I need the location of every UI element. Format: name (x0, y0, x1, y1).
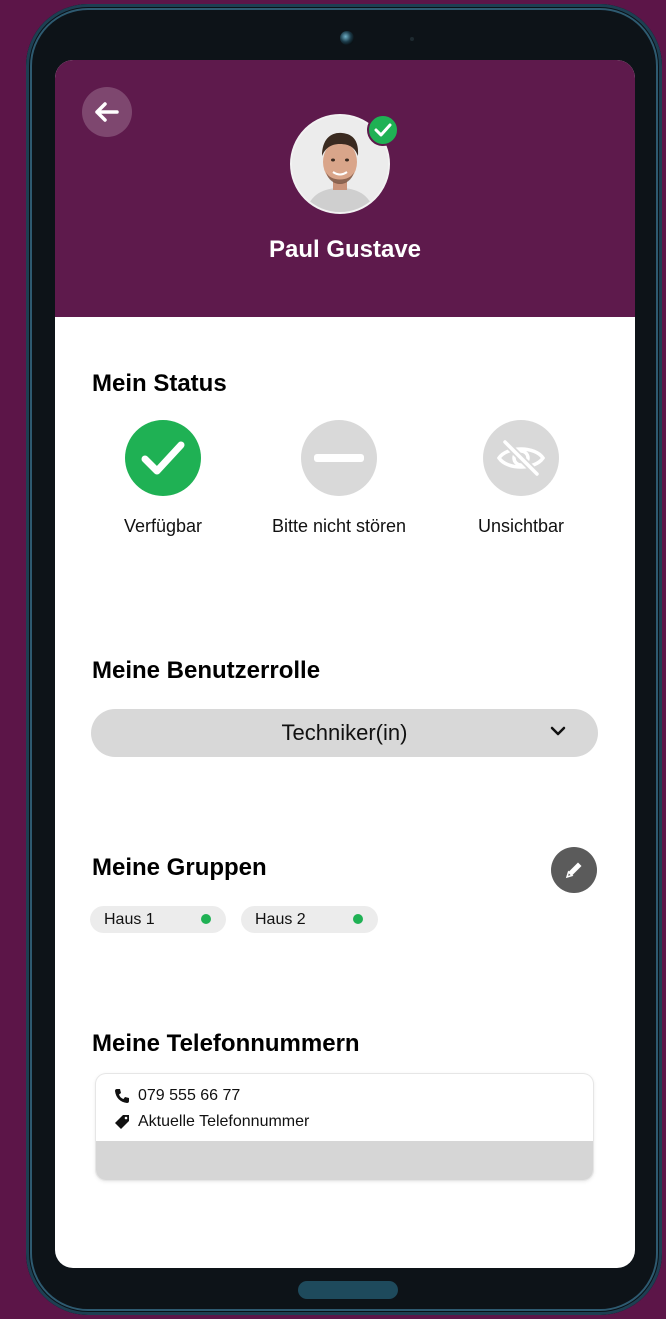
group-chip-haus-2[interactable]: Haus 2 (241, 906, 378, 933)
role-section-title: Meine Benutzerrolle (92, 657, 321, 684)
status-available-button[interactable] (125, 420, 201, 496)
status-section-title: Mein Status (92, 370, 227, 397)
avatar-container (290, 114, 399, 214)
back-button[interactable] (82, 87, 132, 137)
phone-number-row: 079 555 66 77 (114, 1087, 240, 1105)
phone-number: 079 555 66 77 (138, 1087, 241, 1104)
home-indicator[interactable] (298, 1281, 398, 1299)
tag-icon (115, 1115, 129, 1129)
user-name: Paul Gustave (268, 236, 422, 263)
check-icon (141, 441, 185, 475)
status-option-dnd[interactable]: Bitte nicht stören (249, 420, 429, 537)
group-chip-haus-1[interactable]: Haus 1 (90, 906, 226, 933)
online-status-dot (201, 914, 211, 924)
status-dnd-label: Bitte nicht stören (271, 516, 407, 536)
status-option-available[interactable]: Verfügbar (73, 420, 253, 537)
check-circle-icon (367, 114, 399, 146)
arrow-left-icon (95, 102, 119, 122)
edit-groups-button[interactable] (551, 847, 597, 893)
pencil-icon (565, 862, 582, 879)
phone-tag-label: Aktuelle Telefonnummer (138, 1113, 310, 1130)
phone-number-card[interactable]: 079 555 66 77 Aktuelle Telefonnummer (96, 1074, 593, 1180)
phone-card-footer (96, 1141, 593, 1180)
status-invisible-button[interactable] (483, 420, 559, 496)
role-select[interactable]: Techniker(in) (91, 709, 598, 757)
groups-section-title: Meine Gruppen (92, 854, 267, 881)
role-select-value: Techniker(in) (281, 720, 408, 745)
status-available-label: Verfügbar (123, 516, 203, 536)
status-option-invisible[interactable]: Unsichtbar (431, 420, 611, 537)
profile-screen: Paul Gustave Mein Status Verfügbar Bitte… (55, 60, 635, 1268)
status-dnd-button[interactable] (301, 420, 377, 496)
phone-icon (115, 1089, 129, 1103)
online-status-dot (353, 914, 363, 924)
phone-tag-row: Aktuelle Telefonnummer (114, 1113, 309, 1131)
status-invisible-label: Unsichtbar (477, 516, 565, 536)
front-camera (340, 31, 354, 45)
profile-header: Paul Gustave (55, 60, 635, 317)
proximity-sensor (410, 37, 414, 41)
minus-icon (314, 454, 364, 462)
phones-section-title: Meine Telefonnummern (92, 1030, 360, 1057)
eye-slash-icon (496, 439, 546, 477)
group-chip-label: Haus 1 (104, 910, 155, 928)
chevron-down-icon (550, 726, 566, 736)
group-chip-label: Haus 2 (255, 910, 306, 928)
